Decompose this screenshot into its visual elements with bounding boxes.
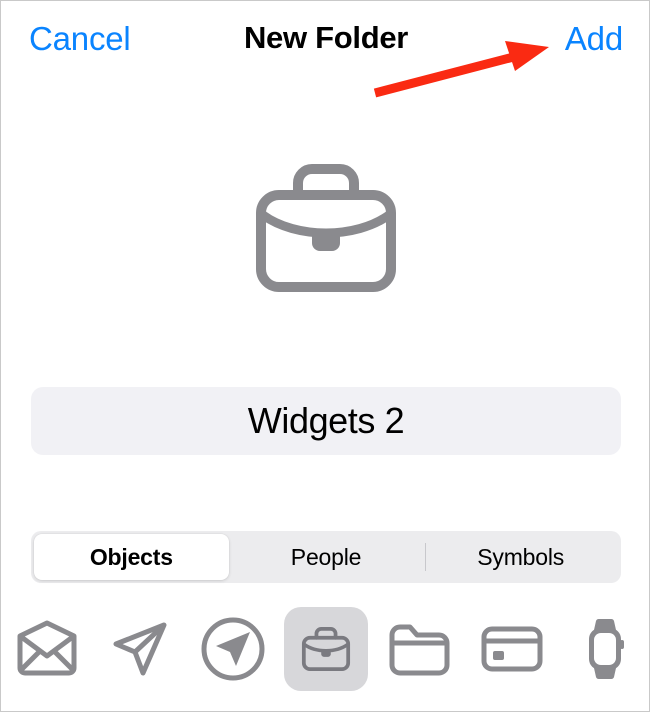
icon-tile — [5, 607, 89, 691]
icon-cell-folder[interactable] — [372, 601, 465, 697]
folder-name-value: Widgets 2 — [247, 400, 405, 441]
icon-tile-selected — [284, 607, 368, 691]
folder-icon — [389, 624, 450, 676]
segment-people[interactable]: People — [229, 534, 424, 580]
selected-icon-preview — [1, 153, 649, 303]
creditcard-icon — [481, 626, 543, 672]
icon-cell-envelope[interactable] — [1, 601, 94, 697]
new-folder-screen: Cancel New Folder Add Widgets 2 Objects … — [0, 0, 650, 712]
icon-tile — [470, 607, 554, 691]
navigation-bar: Cancel New Folder Add — [1, 1, 649, 75]
icon-cell-briefcase[interactable] — [280, 601, 373, 697]
icon-tile — [377, 607, 461, 691]
icon-cell-applewatch[interactable] — [558, 601, 649, 697]
envelope-open-icon — [17, 620, 77, 676]
folder-name-input[interactable]: Widgets 2 — [31, 387, 621, 455]
icon-tile — [563, 607, 647, 691]
bottom-edge — [1, 710, 649, 711]
paperplane-icon — [113, 622, 167, 676]
icon-tile — [191, 607, 275, 691]
cancel-button[interactable]: Cancel — [29, 22, 131, 55]
segment-symbols[interactable]: Symbols — [423, 534, 618, 580]
paperplane-circle-icon — [201, 617, 265, 681]
segment-divider — [425, 543, 426, 571]
add-button[interactable]: Add — [565, 22, 623, 55]
briefcase-icon — [301, 626, 351, 672]
segment-objects[interactable]: Objects — [34, 534, 229, 580]
category-segmented-control: Objects People Symbols — [31, 531, 621, 583]
icon-picker-row — [1, 601, 649, 697]
icon-cell-paperplane[interactable] — [94, 601, 187, 697]
briefcase-icon — [256, 164, 396, 292]
icon-cell-creditcard[interactable] — [465, 601, 558, 697]
icon-tile — [98, 607, 182, 691]
icon-cell-paperplane-circle[interactable] — [187, 601, 280, 697]
applewatch-icon — [588, 618, 624, 680]
